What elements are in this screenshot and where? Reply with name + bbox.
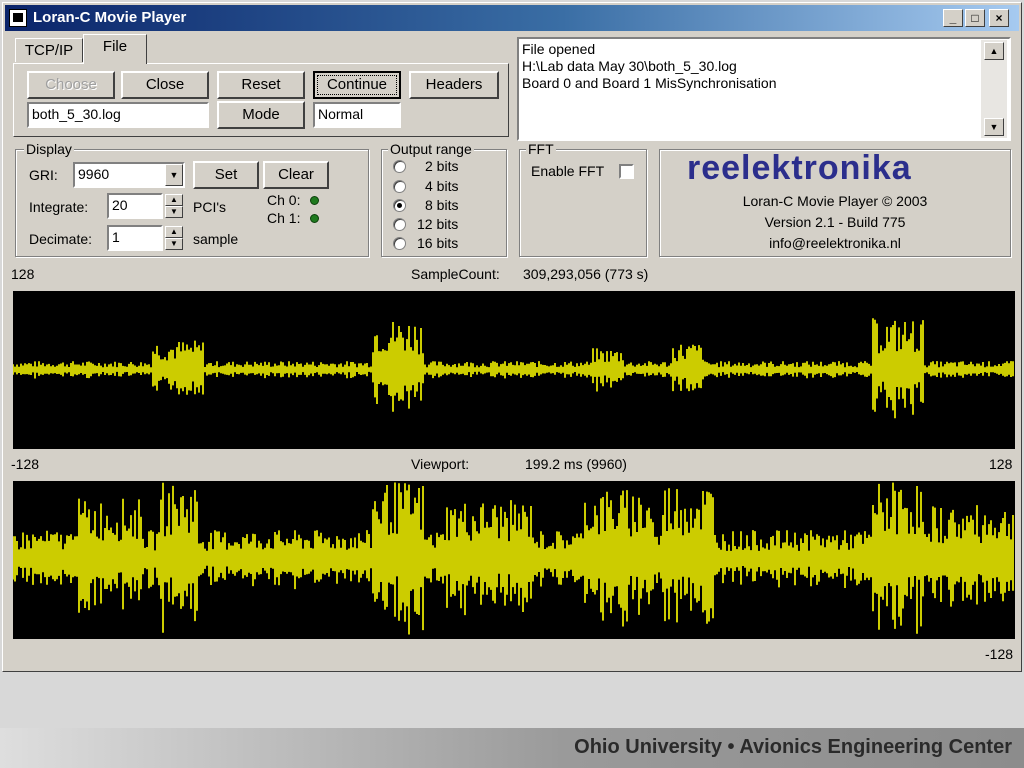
footer-bar: Ohio University • Avionics Engineering C… [0,728,1024,768]
log-textbox[interactable]: File opened H:\Lab data May 30\both_5_30… [517,37,1011,141]
enable-fft-label: Enable FFT [531,163,605,179]
ch0-status-led [310,196,319,205]
reelektronika-logo: reelektronika [687,149,912,187]
log-line: File opened [522,41,596,57]
waveform-trace [12,318,1014,419]
decimate-stepper[interactable]: ▲ ▼ [165,226,183,250]
scroll-down-icon[interactable]: ▼ [984,118,1004,136]
gri-label: GRI: [29,167,58,183]
integrate-label: Integrate: [29,199,89,215]
radio-12-bits[interactable] [393,218,406,231]
close-file-button[interactable]: Close [121,71,209,99]
window-title: Loran-C Movie Player [33,9,187,26]
radio-2-bits[interactable] [393,160,406,173]
radio-label: 12 bits [417,216,459,232]
viewport-value: 199.2 ms (9960) [525,456,627,472]
mode-button[interactable]: Mode [217,101,305,129]
radio-label: 8 bits [425,197,459,213]
waveform-display-top[interactable] [12,291,1015,449]
title-bar[interactable]: Loran-C Movie Player _ □ × [5,5,1019,31]
viewport-label: Viewport: [411,456,470,472]
about-version: Version 2.1 - Build 775 [764,214,906,230]
sample-count-label: SampleCount: [411,266,500,282]
main-window: Loran-C Movie Player _ □ × TCP/IP File C… [2,2,1022,672]
integrate-stepper[interactable]: ▲ ▼ [165,194,183,218]
choose-button[interactable]: Choose [27,71,115,99]
integrate-input[interactable]: 20 [107,193,163,219]
scope-bottom-max-label: 128 [989,456,1013,472]
reset-button[interactable]: Reset [217,71,305,99]
radio-label: 2 bits [425,158,459,174]
display-group-label: Display [24,141,74,157]
sample-count-value: 309,293,056 (773 s) [523,266,649,282]
filename-field[interactable]: both_5_30.log [27,102,209,128]
waveform-trace [12,482,1014,635]
scope-top-max-label: 128 [11,266,35,282]
close-window-button[interactable]: × [989,9,1009,27]
scope-bottom-min-label: -128 [985,646,1014,662]
log-scrollbar[interactable]: ▲ ▼ [981,40,1007,138]
waveform-display-bottom[interactable] [12,481,1015,639]
enable-fft-checkbox[interactable] [619,164,634,179]
set-button[interactable]: Set [193,161,259,189]
about-copyright: Loran-C Movie Player © 2003 [742,193,928,209]
ch0-label: Ch 0: [267,192,301,208]
scroll-up-icon[interactable]: ▲ [984,42,1004,60]
scope-top-min-label: -128 [11,456,40,472]
about-email: info@reelektronika.nl [769,235,901,251]
mode-field[interactable]: Normal [313,102,401,128]
radio-8-bits[interactable] [393,199,406,212]
headers-button[interactable]: Headers [409,71,499,99]
radio-4-bits[interactable] [393,180,406,193]
output-range-label: Output range [388,141,474,157]
waveform-top-svg [12,318,1014,419]
chevron-down-icon[interactable]: ▼ [165,164,183,186]
log-line: Board 0 and Board 1 MisSynchronisation [522,75,777,91]
footer-text: Ohio University • Avionics Engineering C… [574,736,1012,758]
maximize-button[interactable]: □ [965,9,985,27]
waveform-bottom-svg [12,482,1014,635]
continue-button[interactable]: Continue [313,71,401,99]
decimate-label: Decimate: [29,231,93,247]
ch1-label: Ch 1: [267,210,301,226]
decimate-input[interactable]: 1 [107,225,163,251]
ch1-status-led [310,214,319,223]
fft-label: FFT [526,141,556,157]
tab-file[interactable]: File [83,34,147,64]
app-icon[interactable] [9,9,27,27]
integrate-unit: PCI's [193,199,227,215]
radio-label: 16 bits [417,235,459,251]
radio-label: 4 bits [425,178,459,194]
log-line: H:\Lab data May 30\both_5_30.log [522,58,737,74]
decimate-unit: sample [193,231,239,247]
radio-16-bits[interactable] [393,237,406,250]
clear-button[interactable]: Clear [263,161,329,189]
minimize-button[interactable]: _ [943,9,963,27]
tab-tcpip[interactable]: TCP/IP [15,38,83,62]
